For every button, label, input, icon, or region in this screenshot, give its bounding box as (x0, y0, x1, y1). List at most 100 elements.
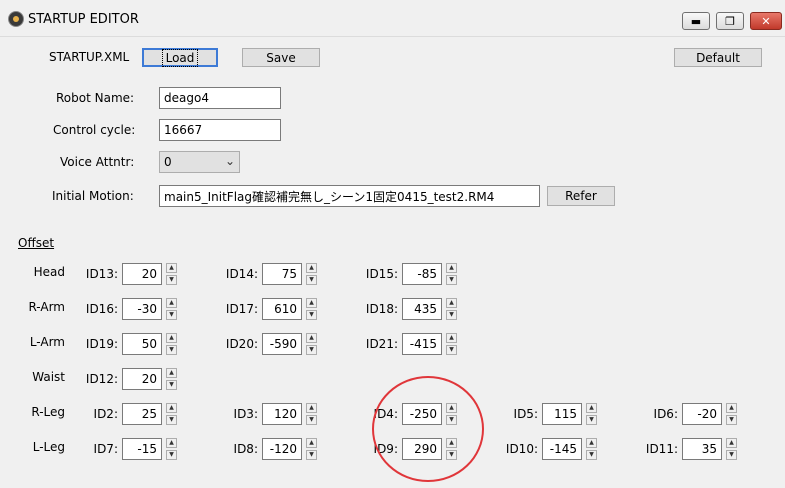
minimize-button[interactable]: ▬ (682, 12, 710, 30)
offset-value-input[interactable]: 120 (262, 403, 302, 425)
spin-down-arrow-icon[interactable]: ▼ (306, 450, 317, 460)
spin-up-arrow-icon[interactable]: ▲ (586, 438, 597, 448)
spin-up-arrow-icon[interactable]: ▲ (306, 263, 317, 273)
spin-down-arrow-icon[interactable]: ▼ (166, 380, 177, 390)
control-cycle-field[interactable]: 16667 (159, 119, 281, 141)
spin-down-arrow-icon[interactable]: ▼ (446, 310, 457, 320)
offset-value-input[interactable]: 35 (682, 438, 722, 460)
file-label: STARTUP.XML (49, 50, 130, 64)
robot-name-label: Robot Name: (56, 91, 135, 105)
spin-down-arrow-icon[interactable]: ▼ (306, 345, 317, 355)
close-button[interactable]: ✕ (750, 12, 782, 30)
initial-motion-field[interactable]: main5_InitFlag確認補完無し_シーン1固定0415_test2.RM… (159, 185, 540, 207)
spin-down-arrow-icon[interactable]: ▼ (306, 310, 317, 320)
offset-spinner[interactable]: ▲ ▼ (446, 298, 457, 320)
spin-up-arrow-icon[interactable]: ▲ (306, 298, 317, 308)
offset-spinner[interactable]: ▲ ▼ (166, 438, 177, 460)
offset-id-label: ID21: (365, 337, 398, 351)
offset-spinner[interactable]: ▲ ▼ (306, 298, 317, 320)
robot-name-field[interactable]: deago4 (159, 87, 281, 109)
offset-value-input[interactable]: -590 (262, 333, 302, 355)
spin-down-arrow-icon[interactable]: ▼ (446, 275, 457, 285)
offset-id-label: ID14: (225, 267, 258, 281)
offset-spinner[interactable]: ▲ ▼ (166, 298, 177, 320)
spin-up-arrow-icon[interactable]: ▲ (446, 298, 457, 308)
default-button[interactable]: Default (674, 48, 762, 67)
spin-down-arrow-icon[interactable]: ▼ (446, 345, 457, 355)
spin-up-arrow-icon[interactable]: ▲ (726, 403, 737, 413)
offset-value-input[interactable]: 435 (402, 298, 442, 320)
spin-up-arrow-icon[interactable]: ▲ (166, 438, 177, 448)
offset-id-label: ID5: (513, 407, 538, 421)
voice-attntr-value: 0 (164, 155, 172, 169)
offset-value-input[interactable]: 25 (122, 403, 162, 425)
maximize-button[interactable]: ❐ (716, 12, 744, 30)
offset-id-label: ID16: (85, 302, 118, 316)
spin-up-arrow-icon[interactable]: ▲ (166, 403, 177, 413)
spin-down-arrow-icon[interactable]: ▼ (166, 415, 177, 425)
spin-down-arrow-icon[interactable]: ▼ (586, 450, 597, 460)
offset-spinner[interactable]: ▲ ▼ (166, 403, 177, 425)
spin-up-arrow-icon[interactable]: ▲ (726, 438, 737, 448)
spin-up-arrow-icon[interactable]: ▲ (446, 333, 457, 343)
offset-value-input[interactable]: 115 (542, 403, 582, 425)
control-cycle-label: Control cycle: (53, 123, 136, 137)
spin-up-arrow-icon[interactable]: ▲ (306, 438, 317, 448)
offset-value-input[interactable]: -145 (542, 438, 582, 460)
spin-up-arrow-icon[interactable]: ▲ (446, 263, 457, 273)
offset-value-input[interactable]: -415 (402, 333, 442, 355)
offset-id-label: ID2: (93, 407, 118, 421)
spin-down-arrow-icon[interactable]: ▼ (306, 275, 317, 285)
offset-spinner[interactable]: ▲ ▼ (166, 263, 177, 285)
offset-value-input[interactable]: -30 (122, 298, 162, 320)
spin-up-arrow-icon[interactable]: ▲ (306, 333, 317, 343)
spin-up-arrow-icon[interactable]: ▲ (306, 403, 317, 413)
offset-row-label: R-Leg (31, 405, 65, 419)
offset-spinner[interactable]: ▲ ▼ (306, 333, 317, 355)
save-button[interactable]: Save (242, 48, 320, 67)
offset-id-label: ID13: (85, 267, 118, 281)
offset-value-input[interactable]: -120 (262, 438, 302, 460)
offset-spinner[interactable]: ▲ ▼ (306, 263, 317, 285)
offset-id-label: ID19: (85, 337, 118, 351)
spin-down-arrow-icon[interactable]: ▼ (166, 310, 177, 320)
offset-id-label: ID11: (645, 442, 678, 456)
spin-down-arrow-icon[interactable]: ▼ (306, 415, 317, 425)
offset-id-label: ID7: (93, 442, 118, 456)
spin-up-arrow-icon[interactable]: ▲ (166, 263, 177, 273)
spin-up-arrow-icon[interactable]: ▲ (166, 333, 177, 343)
offset-spinner[interactable]: ▲ ▼ (446, 333, 457, 355)
spin-up-arrow-icon[interactable]: ▲ (166, 368, 177, 378)
offset-value-input[interactable]: -15 (122, 438, 162, 460)
offset-spinner[interactable]: ▲ ▼ (726, 403, 737, 425)
offset-value-input[interactable]: 50 (122, 333, 162, 355)
offset-value-input[interactable]: 20 (122, 368, 162, 390)
spin-down-arrow-icon[interactable]: ▼ (726, 450, 737, 460)
offset-spinner[interactable]: ▲ ▼ (586, 438, 597, 460)
offset-value-input[interactable]: -20 (682, 403, 722, 425)
offset-value-input[interactable]: -85 (402, 263, 442, 285)
spin-down-arrow-icon[interactable]: ▼ (726, 415, 737, 425)
offset-id-label: ID17: (225, 302, 258, 316)
offset-spinner[interactable]: ▲ ▼ (446, 263, 457, 285)
spin-down-arrow-icon[interactable]: ▼ (166, 345, 177, 355)
offset-value-input[interactable]: 20 (122, 263, 162, 285)
offset-spinner[interactable]: ▲ ▼ (306, 438, 317, 460)
offset-spinner[interactable]: ▲ ▼ (166, 333, 177, 355)
load-button[interactable]: Load (142, 48, 218, 67)
spin-down-arrow-icon[interactable]: ▼ (166, 450, 177, 460)
refer-button[interactable]: Refer (547, 186, 615, 206)
offset-id-label: ID15: (365, 267, 398, 281)
offset-value-input[interactable]: 75 (262, 263, 302, 285)
offset-spinner[interactable]: ▲ ▼ (306, 403, 317, 425)
spin-down-arrow-icon[interactable]: ▼ (166, 275, 177, 285)
voice-attntr-select[interactable]: 0 ⌄ (159, 151, 240, 173)
spin-up-arrow-icon[interactable]: ▲ (166, 298, 177, 308)
spin-up-arrow-icon[interactable]: ▲ (586, 403, 597, 413)
offset-spinner[interactable]: ▲ ▼ (586, 403, 597, 425)
offset-spinner[interactable]: ▲ ▼ (166, 368, 177, 390)
voice-attntr-label: Voice Attntr: (60, 155, 135, 169)
spin-down-arrow-icon[interactable]: ▼ (586, 415, 597, 425)
offset-spinner[interactable]: ▲ ▼ (726, 438, 737, 460)
offset-value-input[interactable]: 610 (262, 298, 302, 320)
